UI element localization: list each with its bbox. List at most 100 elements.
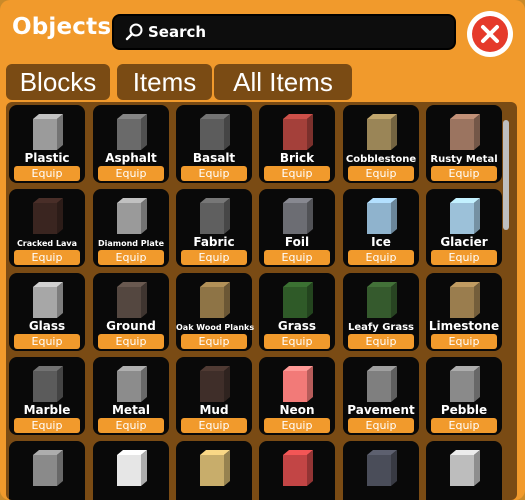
item-card[interactable] — [9, 441, 85, 500]
item-card[interactable]: Ice Equip — [343, 189, 419, 267]
item-card[interactable]: Pavement Equip — [343, 357, 419, 435]
equip-button[interactable]: Equip — [431, 334, 497, 349]
equip-button[interactable]: Equip — [181, 166, 247, 181]
equip-button[interactable]: Equip — [98, 418, 164, 433]
equip-button[interactable]: Equip — [264, 166, 330, 181]
item-card[interactable]: Brick Equip — [259, 105, 335, 183]
item-name: Neon — [279, 403, 315, 417]
item-card[interactable]: Limestone Equip — [426, 273, 502, 351]
item-card[interactable]: Cracked Lava Equip — [9, 189, 85, 267]
scrollbar[interactable] — [503, 120, 509, 230]
equip-button[interactable]: Equip — [264, 418, 330, 433]
equip-button[interactable]: Equip — [264, 334, 330, 349]
block-preview-icon — [277, 447, 317, 487]
item-card[interactable]: Metal Equip — [93, 357, 169, 435]
item-name: Foil — [284, 235, 310, 249]
item-name: Grass — [277, 319, 317, 333]
item-card[interactable]: Diamond Plate Equip — [93, 189, 169, 267]
equip-button[interactable]: Equip — [181, 334, 247, 349]
item-card[interactable] — [343, 441, 419, 500]
item-card[interactable] — [426, 441, 502, 500]
equip-button[interactable]: Equip — [181, 250, 247, 265]
close-button[interactable] — [467, 11, 513, 57]
item-name: Diamond Plate — [97, 239, 165, 248]
block-preview-icon — [111, 111, 151, 151]
tab-all-items[interactable]: All Items — [214, 64, 352, 100]
equip-button[interactable]: Equip — [14, 166, 80, 181]
item-card[interactable]: Rusty Metal Equip — [426, 105, 502, 183]
item-name: Metal — [111, 403, 151, 417]
search-input[interactable]: Search — [112, 14, 456, 50]
equip-button[interactable]: Equip — [98, 334, 164, 349]
item-card[interactable] — [93, 441, 169, 500]
equip-button[interactable]: Equip — [348, 166, 414, 181]
item-name: Leafy Grass — [347, 322, 415, 333]
item-card[interactable]: Foil Equip — [259, 189, 335, 267]
item-card[interactable]: Ground Equip — [93, 273, 169, 351]
item-name: Marble — [23, 403, 71, 417]
tab-blocks[interactable]: Blocks — [6, 64, 110, 100]
block-preview-icon — [444, 279, 484, 319]
item-name: Ground — [106, 319, 156, 333]
block-preview-icon — [361, 447, 401, 487]
item-card[interactable]: Oak Wood Planks Equip — [176, 273, 255, 351]
item-card[interactable]: Grass Equip — [259, 273, 335, 351]
item-card[interactable] — [259, 441, 335, 500]
block-preview-icon — [277, 363, 317, 403]
item-card[interactable]: Pebble Equip — [426, 357, 502, 435]
equip-button[interactable]: Equip — [431, 418, 497, 433]
equip-button[interactable]: Equip — [348, 250, 414, 265]
block-preview-icon — [194, 447, 234, 487]
item-card[interactable]: Cobblestone Equip — [343, 105, 419, 183]
item-card[interactable]: Marble Equip — [9, 357, 85, 435]
block-preview-icon — [27, 363, 67, 403]
block-preview-icon — [27, 279, 67, 319]
item-card[interactable] — [176, 441, 252, 500]
equip-button[interactable]: Equip — [348, 418, 414, 433]
block-preview-icon — [194, 111, 234, 151]
block-preview-icon — [27, 195, 67, 235]
block-preview-icon — [111, 447, 151, 487]
block-preview-icon — [194, 363, 234, 403]
block-preview-icon — [277, 279, 317, 319]
equip-button[interactable]: Equip — [431, 166, 497, 181]
item-card[interactable]: Plastic Equip — [9, 105, 85, 183]
item-card[interactable]: Basalt Equip — [176, 105, 252, 183]
item-name: Glacier — [440, 235, 488, 249]
equip-button[interactable]: Equip — [14, 418, 80, 433]
item-name: Oak Wood Planks — [176, 323, 255, 332]
objects-window: Objects Search Blocks Items All Items Pl… — [0, 0, 525, 500]
block-preview-icon — [361, 279, 401, 319]
item-name: Plastic — [24, 151, 70, 165]
tab-items[interactable]: Items — [117, 64, 212, 100]
item-card[interactable]: Fabric Equip — [176, 189, 252, 267]
block-preview-icon — [27, 447, 67, 487]
equip-button[interactable]: Equip — [348, 334, 414, 349]
item-name: Fabric — [193, 235, 235, 249]
item-card[interactable]: Glacier Equip — [426, 189, 502, 267]
item-card[interactable]: Leafy Grass Equip — [343, 273, 419, 351]
search-placeholder: Search — [148, 23, 207, 41]
item-name: Limestone — [428, 319, 500, 333]
equip-button[interactable]: Equip — [98, 166, 164, 181]
equip-button[interactable]: Equip — [98, 250, 164, 265]
block-preview-icon — [27, 111, 67, 151]
item-name: Mud — [199, 403, 229, 417]
window-title: Objects — [12, 14, 112, 40]
block-preview-icon — [361, 111, 401, 151]
item-name: Rusty Metal — [430, 154, 498, 165]
equip-button[interactable]: Equip — [431, 250, 497, 265]
item-card[interactable]: Asphalt Equip — [93, 105, 169, 183]
item-card[interactable]: Glass Equip — [9, 273, 85, 351]
item-name: Pebble — [440, 403, 488, 417]
item-card[interactable]: Mud Equip — [176, 357, 252, 435]
item-name: Basalt — [192, 151, 236, 165]
item-card[interactable]: Neon Equip — [259, 357, 335, 435]
item-name: Pavement — [347, 403, 415, 417]
equip-button[interactable]: Equip — [14, 250, 80, 265]
equip-button[interactable]: Equip — [14, 334, 80, 349]
equip-button[interactable]: Equip — [181, 418, 247, 433]
block-preview-icon — [444, 447, 484, 487]
block-preview-icon — [277, 195, 317, 235]
equip-button[interactable]: Equip — [264, 250, 330, 265]
